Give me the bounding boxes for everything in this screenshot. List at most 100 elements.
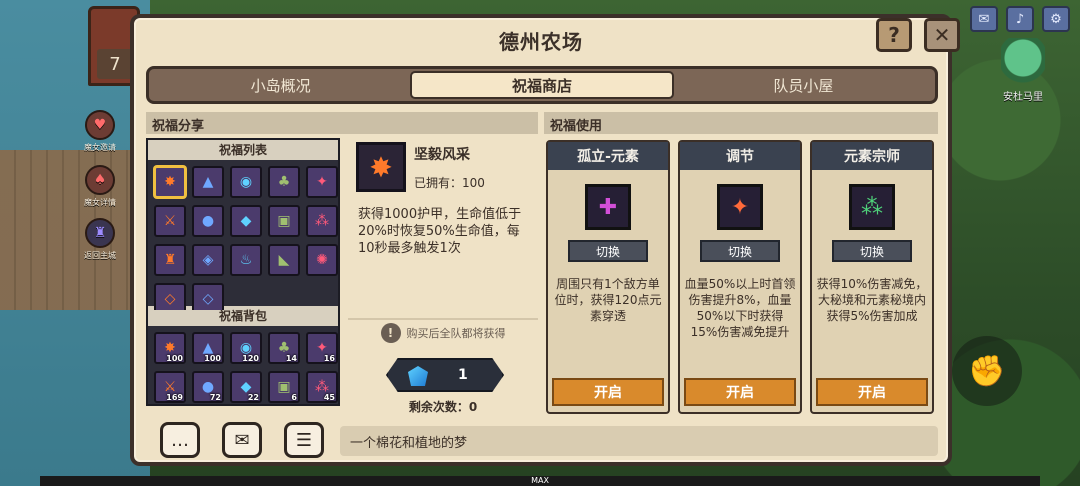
panel-tabs: 小岛概况 祝福商店 队员小屋 bbox=[146, 66, 938, 104]
share-header: 祝福分享 bbox=[146, 112, 538, 134]
blessing-slot[interactable]: ⁂ bbox=[306, 205, 338, 237]
bag-slot-count: 16 bbox=[323, 354, 335, 363]
blessing-slot[interactable]: ♜ bbox=[154, 244, 186, 276]
warning-icon: ! bbox=[380, 323, 401, 343]
blessing-slot[interactable]: ◇ bbox=[192, 283, 224, 310]
envelope-icon[interactable]: ✉ bbox=[222, 422, 262, 458]
heart-icon: ♥ bbox=[85, 110, 115, 140]
blessing-icon: ✚ bbox=[585, 184, 631, 230]
chat-bubble-icon[interactable]: … bbox=[160, 422, 200, 458]
bag-slot-count: 14 bbox=[285, 354, 297, 363]
blessing-slot[interactable]: ▣ bbox=[268, 205, 300, 237]
blessing-slot[interactable]: ◇ bbox=[154, 283, 186, 310]
bag-slot-count: 100 bbox=[166, 354, 183, 363]
switch-button[interactable]: 切换 bbox=[832, 240, 912, 262]
card-description: 周围只有1个敌方单位时，获得120点元素穿透 bbox=[554, 277, 662, 323]
side-item-return-city[interactable]: ♜ 返回主城 bbox=[82, 218, 118, 261]
switch-button[interactable]: 切换 bbox=[700, 240, 780, 262]
side-item-label: 魔女邀请 bbox=[84, 143, 116, 152]
blessing-slot[interactable]: ◈ bbox=[192, 244, 224, 276]
blessing-slot[interactable]: ● bbox=[192, 205, 224, 237]
castle-icon: ♜ bbox=[85, 218, 115, 248]
blessing-slot[interactable]: ◆ bbox=[230, 205, 262, 237]
card-title: 孤立-元素 bbox=[548, 142, 668, 170]
blessing-description: 获得1000护甲，生命值低于20%时恢复50%生命值，每10秒最多触发1次 bbox=[358, 207, 522, 256]
blessing-detail: ✸ 坚毅风采 已拥有：100 获得1000护甲，生命值低于20%时恢复50%生命… bbox=[348, 136, 538, 414]
avatar-name: 安杜马里 bbox=[1003, 92, 1043, 103]
bag-slot-count: 100 bbox=[204, 354, 221, 363]
bag-slot[interactable]: ✦ 16 bbox=[306, 332, 338, 364]
card-description: 获得10%伤害减免，大秘境和元素秘境内获得5%伤害加成 bbox=[816, 277, 928, 323]
activate-button[interactable]: 开启 bbox=[816, 378, 928, 406]
tab-island-overview[interactable]: 小岛概况 bbox=[151, 71, 410, 99]
bag-slot[interactable]: ▣ 6 bbox=[268, 371, 300, 403]
card-title: 元素宗师 bbox=[812, 142, 932, 170]
bag-slot[interactable]: ⁂ 45 bbox=[306, 371, 338, 403]
avatar bbox=[1001, 38, 1045, 88]
tab-team-cabin[interactable]: 队员小屋 bbox=[674, 71, 933, 99]
mail-icon[interactable]: ✉ bbox=[970, 6, 998, 32]
gem-icon bbox=[408, 366, 428, 386]
blessing-large-icon: ✸ bbox=[356, 142, 406, 192]
remaining-count: 剩余次数：0 bbox=[408, 400, 478, 414]
blessing-slot[interactable]: ✦ bbox=[306, 166, 338, 198]
bag-slot-count: 169 bbox=[166, 393, 183, 402]
blessing-list-grid: ✸ ▲ ◉ ♣ ✦ ⚔ ● ◆ ▣ ⁂ ♜ ◈ ♨ ◣ ✺ ◇ ◇ bbox=[148, 160, 338, 310]
help-button[interactable]: ? bbox=[876, 18, 912, 52]
switch-button[interactable]: 切换 bbox=[568, 240, 648, 262]
card-description: 血量50%以上时首领伤害提升8%，血量50%以下时获得15%伤害减免提升 bbox=[684, 277, 796, 339]
side-item-witch-details[interactable]: ♠ 魔女详情 bbox=[82, 165, 118, 208]
buy-button[interactable]: 1 bbox=[386, 358, 504, 392]
blessing-use-card: 调节 ✦ 切换血量50%以上时首领伤害提升8%，血量50%以下时获得15%伤害减免提… bbox=[678, 140, 802, 414]
teammate-avatar[interactable]: 安杜马里 bbox=[992, 38, 1054, 112]
bag-slot-icon: ▣ bbox=[277, 379, 291, 395]
blessing-slot[interactable]: ♨ bbox=[230, 244, 262, 276]
blessing-slot[interactable]: ▲ bbox=[192, 166, 224, 198]
blessing-slot[interactable]: ✸ bbox=[154, 166, 186, 198]
bag-slot-count: 72 bbox=[209, 393, 221, 402]
side-item-witch-invite[interactable]: ♥ 魔女邀请 bbox=[82, 110, 118, 153]
house-level: 7 bbox=[97, 49, 133, 79]
blessing-slot[interactable]: ◣ bbox=[268, 244, 300, 276]
bag-slot-count: 120 bbox=[242, 354, 259, 363]
bag-slot[interactable]: ▲ 100 bbox=[192, 332, 224, 364]
blessing-owned: 已拥有：100 bbox=[414, 176, 485, 190]
close-button[interactable]: ✕ bbox=[924, 18, 960, 52]
blessing-list-panel: 祝福列表 ✸ ▲ ◉ ♣ ✦ ⚔ ● ◆ ▣ ⁂ ♜ ◈ ♨ ◣ ✺ ◇ ◇ 祝福背包 ✸ 100 ▲ 100 ◉ 120… bbox=[146, 138, 340, 406]
activate-button[interactable]: 开启 bbox=[552, 378, 664, 406]
bag-slot[interactable]: ● 72 bbox=[192, 371, 224, 403]
blessing-icon: ⁂ bbox=[849, 184, 895, 230]
activate-button[interactable]: 开启 bbox=[684, 378, 796, 406]
blessing-icon: ✦ bbox=[717, 184, 763, 230]
blessing-slot[interactable]: ✺ bbox=[306, 244, 338, 276]
attack-fist-button[interactable]: ✊ bbox=[952, 336, 1022, 406]
blessing-slot[interactable]: ⚔ bbox=[154, 205, 186, 237]
settings-gear-icon[interactable]: ⚙ bbox=[1042, 6, 1070, 32]
sound-icon[interactable]: ♪ bbox=[1006, 6, 1034, 32]
chat-message-line[interactable]: 一个棉花和植地的梦 bbox=[340, 426, 938, 456]
blessing-use-card: 孤立-元素 ✚ 切换周围只有1个敌方单位时，获得120点元素穿透开启 bbox=[546, 140, 670, 414]
blessing-name: 坚毅风采 bbox=[414, 147, 470, 163]
bag-slot[interactable]: ⚔ 169 bbox=[154, 371, 186, 403]
blessing-slot[interactable]: ◉ bbox=[230, 166, 262, 198]
bag-slot[interactable]: ✸ 100 bbox=[154, 332, 186, 364]
blessing-use-card: 元素宗师 ⁂ 切换获得10%伤害减免，大秘境和元素秘境内获得5%伤害加成开启 bbox=[810, 140, 934, 414]
bag-slot-count: 22 bbox=[247, 393, 259, 402]
panel-title: 德州农场 bbox=[499, 30, 583, 54]
notes-icon[interactable]: ☰ bbox=[284, 422, 324, 458]
bag-slot[interactable]: ◉ 120 bbox=[230, 332, 262, 364]
bag-slot[interactable]: ◆ 22 bbox=[230, 371, 262, 403]
card-title: 调节 bbox=[680, 142, 800, 170]
farm-panel: 德州农场 ? ✕ 小岛概况 祝福商店 队员小屋 祝福分享 祝福列表 ✸ ▲ ◉ ♣ ✦ ⚔… bbox=[130, 14, 960, 466]
use-header: 祝福使用 bbox=[544, 112, 938, 134]
buy-quantity: 1 bbox=[458, 367, 468, 383]
blessing-slot[interactable]: ♣ bbox=[268, 166, 300, 198]
side-item-label: 魔女详情 bbox=[84, 198, 116, 207]
tab-blessing-shop[interactable]: 祝福商店 bbox=[410, 71, 674, 99]
blessing-list-header: 祝福列表 bbox=[148, 140, 338, 160]
purchase-notice: ! 购买后全队都将获得 bbox=[348, 318, 538, 346]
bag-slot[interactable]: ♣ 14 bbox=[268, 332, 300, 364]
side-item-label: 返回主城 bbox=[84, 251, 116, 260]
bag-slot-count: 45 bbox=[323, 393, 335, 402]
max-bar: MAX bbox=[40, 476, 1040, 486]
